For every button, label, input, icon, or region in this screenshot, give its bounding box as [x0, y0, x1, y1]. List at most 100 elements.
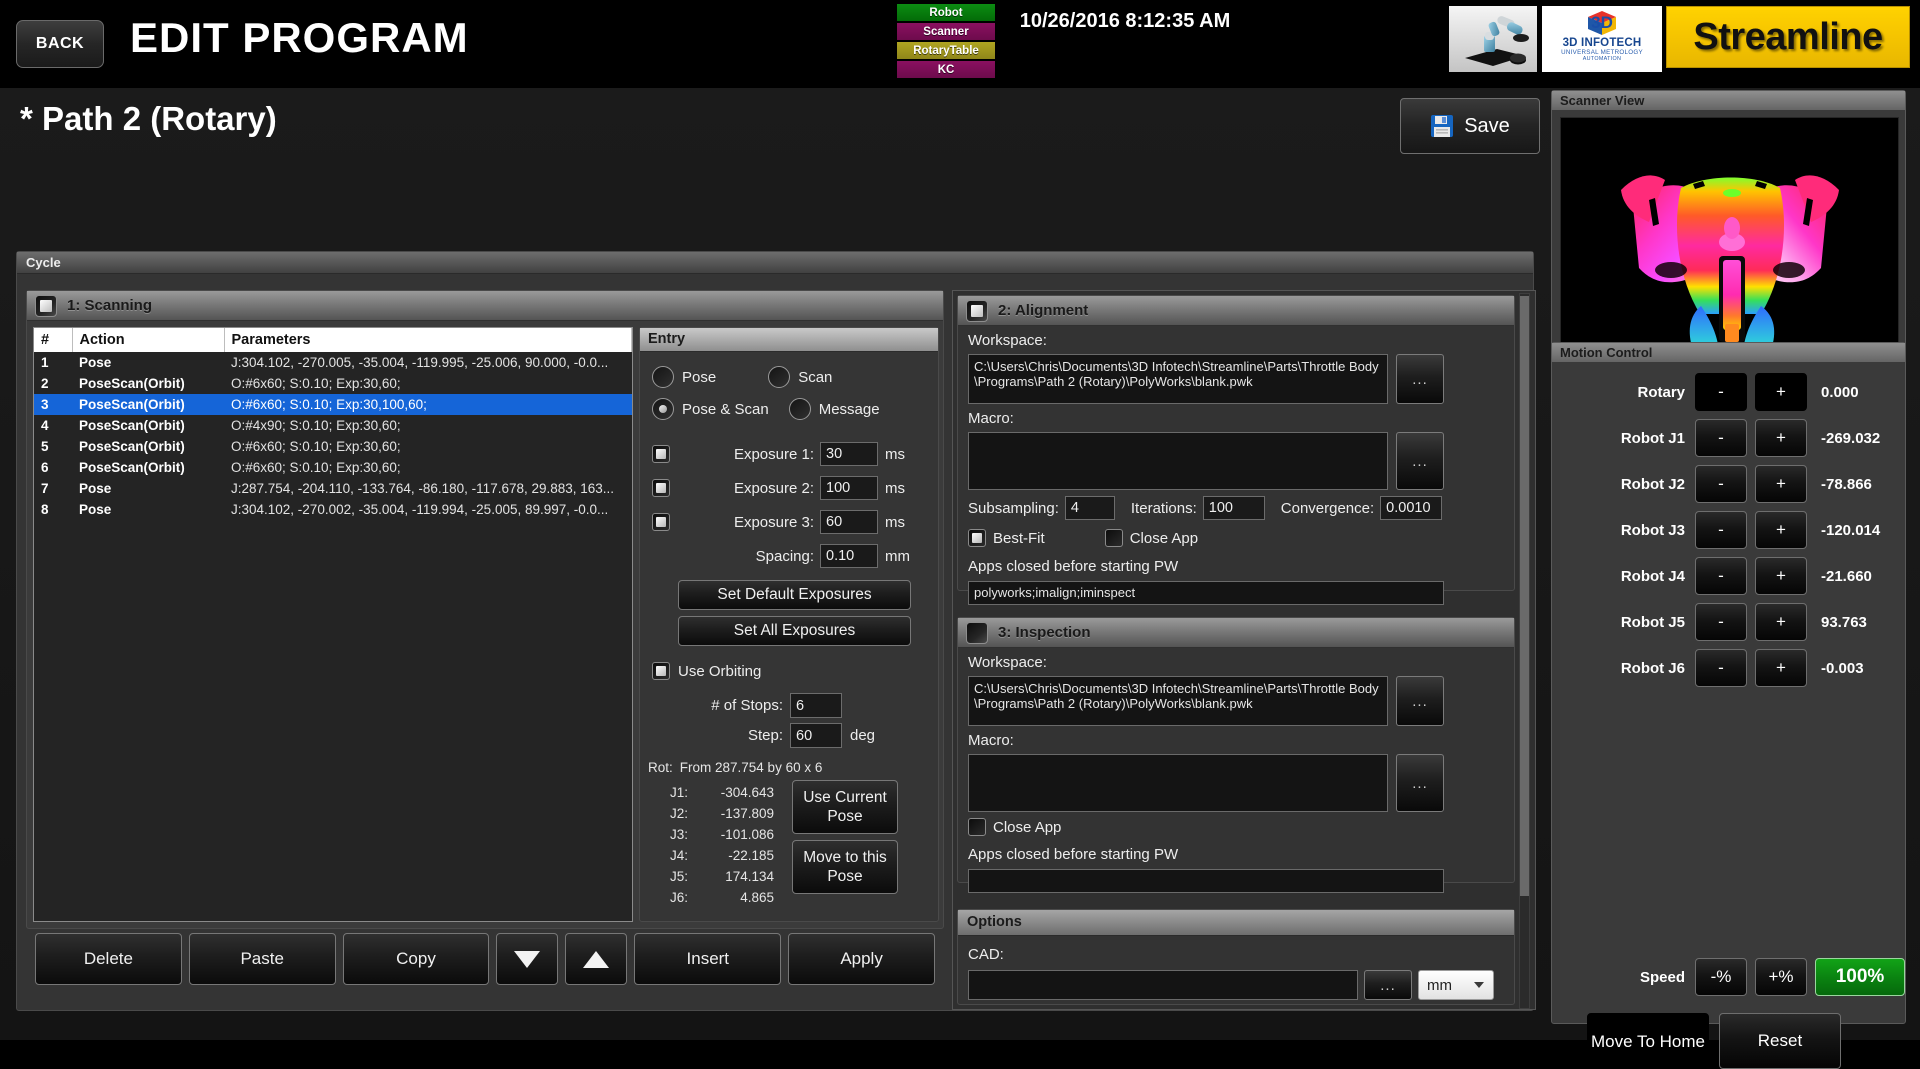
- units-select[interactable]: mm: [1418, 970, 1494, 1000]
- paste-button[interactable]: Paste: [188, 933, 336, 985]
- axis-increase-button[interactable]: +: [1755, 373, 1807, 411]
- table-row[interactable]: 5 PoseScan(Orbit) O:#6x60; S:0.10; Exp:30,…: [34, 436, 632, 457]
- alignment-checkbox-row: Best-Fit Close App: [968, 529, 1198, 547]
- axis-increase-button[interactable]: +: [1755, 557, 1807, 595]
- spacing-input[interactable]: [820, 544, 878, 568]
- axis-value: -120.014: [1821, 521, 1881, 539]
- axis-decrease-button[interactable]: -: [1695, 419, 1747, 457]
- row-action: Pose: [79, 355, 112, 370]
- table-row[interactable]: 3 PoseScan(Orbit) O:#6x60; S:0.10; Exp:30,…: [34, 394, 632, 415]
- inspection-panel-title: 3: Inspection: [998, 624, 1091, 641]
- cycle-group-label: Cycle: [17, 252, 1533, 274]
- radio-scan[interactable]: [768, 366, 791, 388]
- axis-increase-button[interactable]: +: [1755, 465, 1807, 503]
- copy-button[interactable]: Copy: [342, 933, 490, 985]
- axis-decrease-button[interactable]: -: [1695, 511, 1747, 549]
- axis-row-robot-j4: Robot J4- + -21.660: [1552, 553, 1907, 599]
- cad-path-field[interactable]: [968, 970, 1358, 1000]
- move-down-button[interactable]: [496, 933, 559, 985]
- table-row[interactable]: 2 PoseScan(Orbit) O:#6x60; S:0.10; Exp:30,…: [34, 373, 632, 394]
- inspection-enable-checkbox[interactable]: [966, 621, 988, 644]
- scanner-view-canvas[interactable]: [1560, 117, 1899, 379]
- alignment-enable-checkbox[interactable]: [966, 299, 988, 322]
- move-to-this-pose-button[interactable]: Move to this Pose: [792, 840, 898, 894]
- cad-label: CAD:: [968, 946, 1004, 963]
- radio-pose-and-scan[interactable]: [652, 398, 674, 420]
- exposure1-input[interactable]: [820, 442, 878, 466]
- axis-decrease-button[interactable]: -: [1695, 649, 1747, 687]
- table-row[interactable]: 8 Pose J:304.102, -270.002, -35.004, -119.…: [34, 499, 632, 520]
- column-scrollbar-thumb[interactable]: [1520, 296, 1529, 896]
- scanning-panel-title: 1: Scanning: [67, 297, 153, 314]
- exposure2-checkbox[interactable]: [652, 479, 670, 497]
- axis-increase-button[interactable]: +: [1755, 649, 1807, 687]
- cad-browse-button[interactable]: ...: [1364, 970, 1412, 1000]
- axis-decrease-button[interactable]: -: [1695, 465, 1747, 503]
- axis-increase-button[interactable]: +: [1755, 419, 1807, 457]
- exposure2-input[interactable]: [820, 476, 878, 500]
- alignment-workspace-field[interactable]: C:\Users\Chris\Documents\3D Infotech\Str…: [968, 354, 1388, 404]
- exposure3-checkbox[interactable]: [652, 513, 670, 531]
- exposure1-checkbox[interactable]: [652, 445, 670, 463]
- set-default-exposures-button[interactable]: Set Default Exposures: [678, 580, 911, 610]
- axis-label: Robot J6: [1620, 659, 1685, 677]
- inspection-workspace-field[interactable]: C:\Users\Chris\Documents\3D Infotech\Str…: [968, 676, 1388, 726]
- alignment-macro-field[interactable]: [968, 432, 1388, 490]
- set-all-exposures-button[interactable]: Set All Exposures: [678, 616, 911, 646]
- row-number: 1: [41, 355, 49, 370]
- axis-increase-button[interactable]: +: [1755, 511, 1807, 549]
- step-input[interactable]: [790, 723, 842, 748]
- inspection-macro-browse-button[interactable]: ...: [1396, 754, 1444, 812]
- move-to-home-label: Move To Home: [1590, 1031, 1705, 1051]
- move-up-button[interactable]: [565, 933, 628, 985]
- column-scrollbar[interactable]: [1519, 293, 1530, 1009]
- axis-decrease-button[interactable]: -: [1695, 373, 1747, 411]
- inspection-close-app-checkbox[interactable]: [968, 818, 986, 836]
- move-to-home-button[interactable]: Move To Home: [1587, 1013, 1709, 1069]
- table-row[interactable]: 1 Pose J:304.102, -270.005, -35.004, -119.…: [34, 352, 632, 373]
- radio-pose[interactable]: [652, 366, 674, 388]
- speed-value-display[interactable]: 100%: [1815, 958, 1905, 996]
- axis-label: Robot J4: [1620, 567, 1685, 585]
- exposure2-label: Exposure 2:: [733, 479, 814, 497]
- inspection-workspace-browse-button[interactable]: ...: [1396, 676, 1444, 726]
- best-fit-checkbox[interactable]: [968, 529, 986, 547]
- joint-label: J6:: [669, 890, 688, 905]
- step-row: Step: deg: [652, 723, 875, 748]
- stops-input[interactable]: [790, 693, 842, 718]
- speed-increase-button[interactable]: +%: [1755, 958, 1807, 996]
- axis-decrease-button[interactable]: -: [1695, 557, 1747, 595]
- inspection-workspace-label: Workspace:: [968, 654, 1047, 671]
- convergence-input[interactable]: [1380, 496, 1443, 520]
- inspection-panel-header: 3: Inspection: [958, 618, 1514, 648]
- delete-button[interactable]: Delete: [35, 933, 182, 985]
- alignment-workspace-browse-button[interactable]: ...: [1396, 354, 1444, 404]
- rot-row: Rot: From 287.754 by 60 x 6: [648, 760, 822, 775]
- table-row[interactable]: 4 PoseScan(Orbit) O:#4x90; S:0.10; Exp:30,…: [34, 415, 632, 436]
- iterations-input[interactable]: [1202, 496, 1265, 520]
- scanning-enable-checkbox[interactable]: [35, 294, 57, 317]
- inspection-apps-closed-field[interactable]: [968, 869, 1444, 893]
- alignment-apps-closed-field[interactable]: polyworks;imalign;iminspect: [968, 581, 1444, 605]
- exposure3-label: Exposure 3:: [733, 513, 814, 531]
- axis-decrease-button[interactable]: -: [1695, 603, 1747, 641]
- column-header-parameters: Parameters: [224, 328, 632, 352]
- table-row[interactable]: 7 Pose J:287.754, -204.110, -133.764, -86.…: [34, 478, 632, 499]
- alignment-close-app-checkbox[interactable]: [1104, 529, 1123, 547]
- exposure3-input[interactable]: [820, 510, 878, 534]
- save-button[interactable]: Save: [1400, 98, 1540, 154]
- subsampling-input[interactable]: [1064, 496, 1115, 520]
- alignment-macro-browse-button[interactable]: ...: [1396, 432, 1444, 490]
- speed-decrease-button[interactable]: -%: [1695, 958, 1747, 996]
- reset-button[interactable]: Reset: [1719, 1013, 1841, 1069]
- use-current-pose-button[interactable]: Use Current Pose: [792, 780, 898, 834]
- back-button[interactable]: BACK: [16, 20, 104, 68]
- alignment-workspace-label: Workspace:: [968, 332, 1047, 349]
- use-orbiting-checkbox[interactable]: [652, 662, 670, 680]
- apply-button[interactable]: Apply: [788, 933, 935, 985]
- axis-increase-button[interactable]: +: [1755, 603, 1807, 641]
- table-row[interactable]: 6 PoseScan(Orbit) O:#6x60; S:0.10; Exp:30,…: [34, 457, 632, 478]
- inspection-macro-field[interactable]: [968, 754, 1388, 812]
- radio-message[interactable]: [788, 398, 811, 420]
- insert-button[interactable]: Insert: [634, 933, 782, 985]
